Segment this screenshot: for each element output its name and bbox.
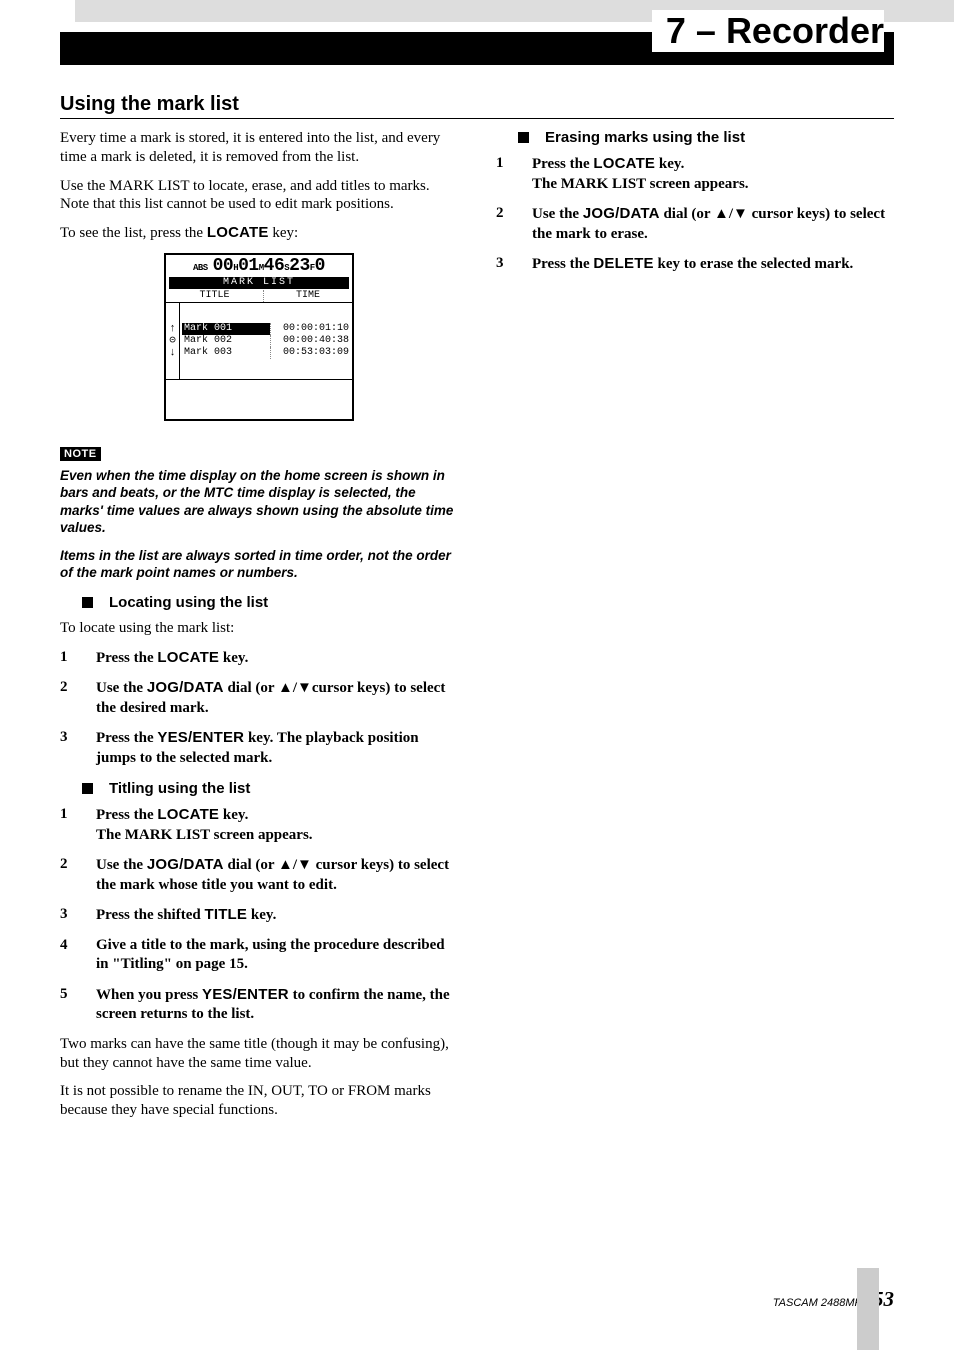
step-item: Press the LOCATE key. The MARK LIST scre… bbox=[60, 805, 458, 845]
lcd-screen-title: MARK LIST bbox=[169, 277, 349, 289]
square-bullet-icon bbox=[82, 783, 93, 794]
paragraph: It is not possible to rename the IN, OUT… bbox=[60, 1082, 458, 1120]
paragraph: Every time a mark is stored, it is enter… bbox=[60, 129, 458, 167]
key-label: LOCATE bbox=[157, 649, 219, 666]
step-item: Press the DELETE key to erase the select… bbox=[496, 254, 894, 275]
arrow-down-icon: ↓ bbox=[169, 347, 176, 359]
section-title: Using the mark list bbox=[60, 93, 894, 119]
lcd-scroll-arrows: ↑ ⊝ ↓ bbox=[166, 303, 180, 379]
steps-titling: Press the LOCATE key. The MARK LIST scre… bbox=[60, 805, 458, 1025]
subheading-locating: Locating using the list bbox=[60, 594, 458, 611]
key-label: YES/ENTER bbox=[202, 986, 289, 1003]
chapter-title: 7 – Recorder bbox=[652, 10, 884, 52]
step-item: Give a title to the mark, using the proc… bbox=[60, 936, 458, 975]
note-paragraph: Items in the list are always sorted in t… bbox=[60, 547, 458, 582]
key-label: LOCATE bbox=[157, 806, 219, 823]
step-item: Use the JOG/DATA dial (or ▲/▼ cursor key… bbox=[60, 855, 458, 895]
subheading-titling: Titling using the list bbox=[60, 780, 458, 797]
key-label: JOG/DATA bbox=[583, 205, 660, 222]
lcd-abs-time: ABS 00H01M46S23F0 bbox=[166, 255, 352, 275]
subheading-erasing: Erasing marks using the list bbox=[496, 129, 894, 146]
lcd-col-time: TIME bbox=[264, 290, 352, 302]
step-item: Use the JOG/DATA dial (or ▲/▼cursor keys… bbox=[60, 678, 458, 718]
right-column: Erasing marks using the list Press the L… bbox=[496, 129, 894, 1130]
key-label: YES/ENTER bbox=[157, 729, 244, 746]
key-label: JOG/DATA bbox=[147, 679, 224, 696]
lcd-row: Mark 00300:53:03:09 bbox=[182, 347, 350, 359]
key-label: LOCATE bbox=[207, 224, 269, 241]
key-label: DELETE bbox=[593, 255, 653, 272]
note-paragraph: Even when the time display on the home s… bbox=[60, 467, 458, 537]
paragraph: To see the list, press the LOCATE key: bbox=[60, 224, 458, 243]
lcd-mark-list-screen: ABS 00H01M46S23F0 MARK LIST TITLE TIME ↑… bbox=[164, 253, 354, 421]
lcd-rows: Mark 00100:00:01:10 Mark 00200:00:40:38 … bbox=[180, 303, 352, 379]
decorative-right-strip bbox=[857, 1268, 879, 1350]
square-bullet-icon bbox=[82, 597, 93, 608]
key-label: TITLE bbox=[204, 906, 247, 923]
paragraph: Two marks can have the same title (thoug… bbox=[60, 1035, 458, 1073]
step-item: Press the LOCATE key. bbox=[60, 648, 458, 669]
step-item: Press the YES/ENTER key. The playback po… bbox=[60, 728, 458, 768]
arrow-up-icon: ↑ bbox=[169, 323, 176, 335]
step-item: Press the shifted TITLE key. bbox=[60, 905, 458, 926]
chapter-header: 7 – Recorder bbox=[60, 32, 894, 65]
lcd-col-title: TITLE bbox=[166, 290, 264, 302]
steps-erasing: Press the LOCATE key. The MARK LIST scre… bbox=[496, 154, 894, 275]
key-label: LOCATE bbox=[593, 155, 655, 172]
square-bullet-icon bbox=[518, 132, 529, 143]
paragraph: To locate using the mark list: bbox=[60, 619, 458, 638]
note-label: NOTE bbox=[60, 447, 101, 461]
note-body: Even when the time display on the home s… bbox=[60, 467, 458, 582]
paragraph: Use the MARK LIST to locate, erase, and … bbox=[60, 177, 458, 215]
step-item: When you press YES/ENTER to confirm the … bbox=[60, 985, 458, 1025]
step-item: Press the LOCATE key. The MARK LIST scre… bbox=[496, 154, 894, 194]
left-column: Every time a mark is stored, it is enter… bbox=[60, 129, 458, 1130]
product-name: TASCAM 2488MKII bbox=[773, 1297, 868, 1309]
key-label: JOG/DATA bbox=[147, 856, 224, 873]
lcd-row: Mark 00100:00:01:10 bbox=[182, 323, 350, 335]
lcd-footer-area bbox=[166, 379, 352, 419]
step-item: Use the JOG/DATA dial (or ▲/▼ cursor key… bbox=[496, 204, 894, 244]
steps-locating: Press the LOCATE key. Use the JOG/DATA d… bbox=[60, 648, 458, 769]
pointer-icon: ⊝ bbox=[169, 335, 176, 347]
lcd-row: Mark 00200:00:40:38 bbox=[182, 335, 350, 347]
lcd-table-header: TITLE TIME bbox=[166, 290, 352, 303]
